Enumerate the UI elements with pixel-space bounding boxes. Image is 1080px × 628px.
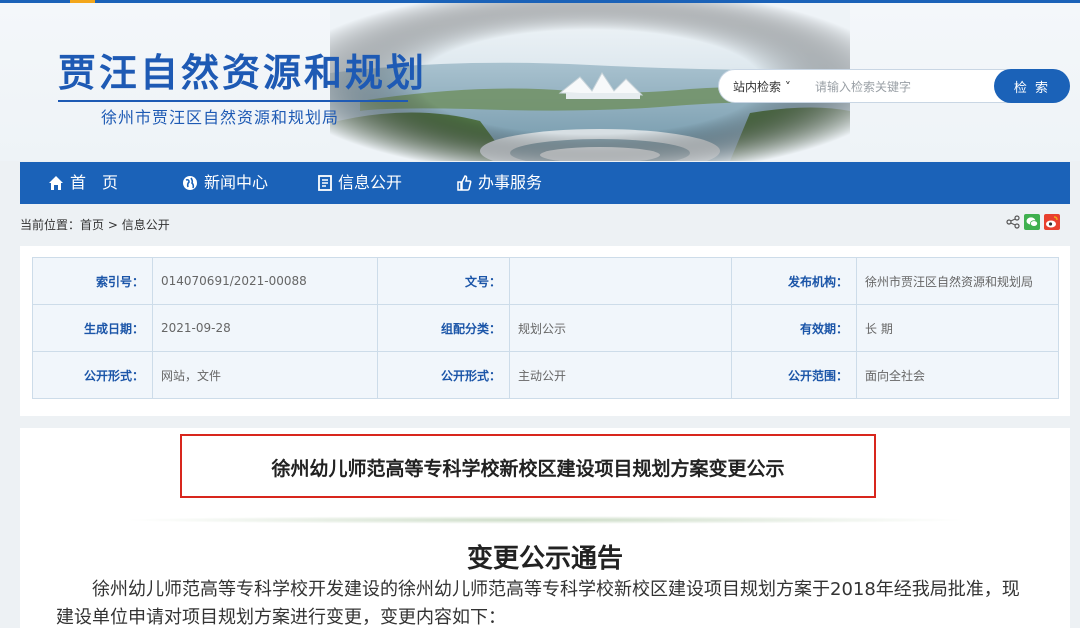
- wechat-icon[interactable]: [1024, 214, 1040, 230]
- thumbs-up-icon: [457, 175, 472, 191]
- search-input[interactable]: [813, 76, 997, 98]
- publisher-value: 徐州市贾汪区自然资源和规划局: [856, 257, 1059, 305]
- disclosure-form-label: 公开形式：: [32, 351, 153, 399]
- breadcrumb-prefix: 当前位置：: [20, 218, 81, 232]
- document-number-label: 文号：: [377, 257, 510, 305]
- disclosure-form-value: 网站，文件: [152, 351, 378, 399]
- breadcrumb-separator: >: [104, 218, 122, 232]
- validity-label: 有效期：: [731, 304, 857, 352]
- nav-item-services[interactable]: 办事服务: [456, 162, 542, 204]
- publisher-label: 发布机构：: [731, 257, 857, 305]
- table-row: 索引号： 014070691/2021-00088 文号： 发布机构： 徐州市贾…: [32, 257, 1059, 305]
- search-scope-dropdown[interactable]: 站内检索 ˅: [733, 78, 791, 95]
- globe-icon: [183, 176, 197, 190]
- category-label: 组配分类：: [377, 304, 510, 352]
- site-logo-title: 贾汪自然资源和规划: [58, 51, 428, 95]
- notice-heading: 变更公示通告: [466, 544, 623, 574]
- created-date-label: 生成日期：: [32, 304, 153, 352]
- share-tools: [1006, 214, 1060, 230]
- document-icon: [318, 175, 332, 191]
- logo-underline: [58, 100, 408, 102]
- title-divider: [120, 516, 970, 524]
- search-button[interactable]: 检 索: [994, 69, 1070, 103]
- index-number-label: 索引号：: [32, 257, 153, 305]
- table-row: 公开形式： 网站，文件 公开形式： 主动公开 公开范围： 面向全社会: [32, 351, 1059, 399]
- title-highlight-box: 徐州幼儿师范高等专科学校新校区建设项目规划方案变更公示: [180, 434, 876, 498]
- document-number-value: [509, 257, 732, 305]
- document-metadata-table: 索引号： 014070691/2021-00088 文号： 发布机构： 徐州市贾…: [32, 257, 1059, 399]
- weibo-icon[interactable]: [1044, 214, 1060, 230]
- breadcrumb-home-link[interactable]: 首页: [80, 218, 104, 232]
- nav-item-home[interactable]: 首 页: [48, 162, 118, 204]
- category-value: 规划公示: [509, 304, 732, 352]
- article-content: 徐州幼儿师范高等专科学校新校区建设项目规划方案变更公示 变更公示通告 徐州幼儿师…: [20, 428, 1070, 628]
- share-icon[interactable]: [1006, 215, 1020, 229]
- nav-item-label: 首 页: [70, 173, 119, 192]
- nav-item-label: 新闻中心: [204, 173, 269, 192]
- nav-item-label: 办事服务: [478, 173, 543, 192]
- index-number-value: 014070691/2021-00088: [152, 257, 378, 305]
- main-nav: 首 页 新闻中心 信息公开 办事服务: [20, 162, 1070, 204]
- nav-item-info-disclosure[interactable]: 信息公开: [318, 162, 402, 204]
- nav-item-news[interactable]: 新闻中心: [182, 162, 268, 204]
- nav-item-label: 信息公开: [338, 173, 403, 192]
- disclosure-scope-label: 公开范围：: [731, 351, 857, 399]
- created-date-value: 2021-09-28: [152, 304, 378, 352]
- disclosure-scope-value: 面向全社会: [856, 351, 1059, 399]
- site-header: 贾汪自然资源和规划 徐州市贾汪区自然资源和规划局 站内检索 ˅ 检 索: [0, 3, 1080, 161]
- disclosure-mode-label: 公开形式：: [377, 351, 510, 399]
- notice-body-paragraph: 徐州幼儿师范高等专科学校开发建设的徐州幼儿师范高等专科学校新校区建设项目规划方案…: [56, 579, 1020, 628]
- site-logo-subtitle: 徐州市贾汪区自然资源和规划局: [101, 108, 340, 127]
- breadcrumb: 当前位置：首页 > 信息公开: [20, 214, 1060, 236]
- validity-value: 长 期: [856, 304, 1059, 352]
- home-icon: [49, 176, 63, 190]
- breadcrumb-current-link[interactable]: 信息公开: [122, 218, 170, 232]
- disclosure-mode-value: 主动公开: [509, 351, 732, 399]
- search-box: 站内检索 ˅ 检 索: [718, 69, 1070, 103]
- document-metadata-panel: 索引号： 014070691/2021-00088 文号： 发布机构： 徐州市贾…: [20, 246, 1070, 416]
- document-title: 徐州幼儿师范高等专科学校新校区建设项目规划方案变更公示: [271, 458, 785, 480]
- table-row: 生成日期： 2021-09-28 组配分类： 规划公示 有效期： 长 期: [32, 304, 1059, 352]
